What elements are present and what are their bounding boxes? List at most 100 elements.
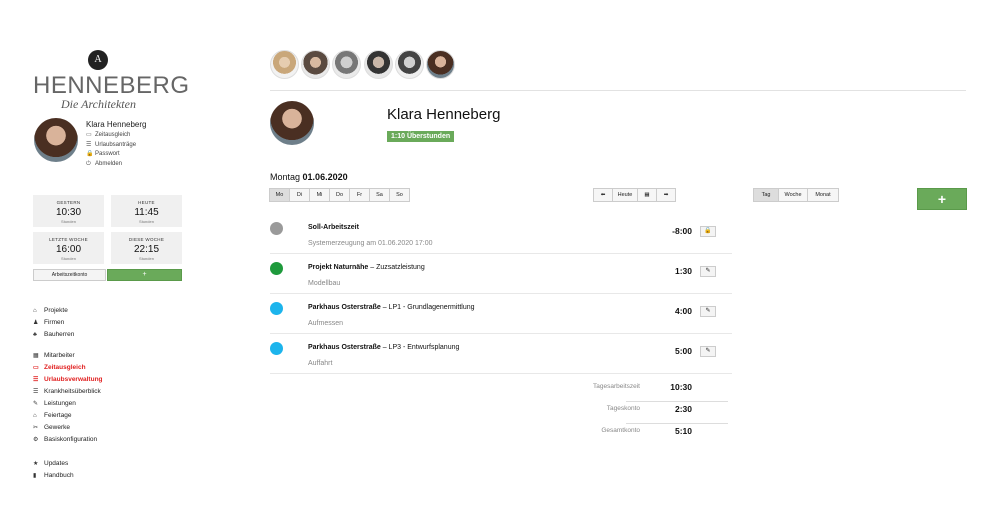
pencil-icon[interactable]: ✎ — [700, 306, 716, 317]
time-entry[interactable]: Parkhaus Osterstraße – LP3 - Entwurfspla… — [270, 334, 732, 374]
view-button-woche[interactable]: Woche — [778, 188, 808, 202]
total-label: Gesamtkonto — [601, 427, 640, 434]
total-row-overall-account: Gesamtkonto 5:10 — [530, 424, 730, 446]
sidebar-item-krankheitsüberblick[interactable]: ☰ Krankheitsüberblick — [33, 386, 103, 398]
sidebar-item-projekte[interactable]: ⌂ Projekte — [33, 305, 74, 317]
user-menu-item[interactable]: ▭ Zeitausgleich — [86, 131, 136, 141]
time-entries-list: Soll-Arbeitszeit Systemerzeugung am 01.06… — [270, 214, 732, 374]
day-button-mi[interactable]: Mi — [309, 188, 330, 202]
stat-yesterday: GESTERN 10:30 Stunden — [33, 195, 104, 227]
day-button-fr[interactable]: Fr — [349, 188, 370, 202]
next-arrow-icon[interactable]: ➡ — [656, 188, 676, 202]
stat-this-week: DIESE WOCHE 22:15 Stunden — [111, 232, 182, 264]
wrench-icon: ✎ — [33, 401, 39, 407]
day-button-mo[interactable]: Mo — [269, 188, 290, 202]
gear-icon: ⚙ — [33, 437, 39, 443]
staff-icon: ▦ — [33, 353, 39, 359]
stat-last-week: LETZTE WOCHE 16:00 Stunden — [33, 232, 104, 264]
sidebar-item-updates[interactable]: ★ Updates — [33, 458, 74, 470]
vacation-icon: ☰ — [33, 377, 39, 383]
sidebar-item-basiskonfiguration[interactable]: ⚙ Basiskonfiguration — [33, 434, 103, 446]
add-entry-button[interactable]: + — [917, 188, 967, 210]
overtime-badge: 1:10 Überstunden — [387, 131, 455, 142]
prev-arrow-icon[interactable]: ⬅ — [593, 188, 613, 202]
sidebar-item-label: Handbuch — [44, 472, 74, 479]
sidebar-item-bauherren[interactable]: ♣ Bauherren — [33, 329, 74, 341]
sidebar-item-mitarbeiter[interactable]: ▦ Mitarbeiter — [33, 350, 103, 362]
user-menu-item[interactable]: ☰ Urlaubsanträge — [86, 141, 136, 151]
user-menu-label: Passwort — [95, 151, 120, 157]
sidebar-item-handbuch[interactable]: ▮ Handbuch — [33, 470, 74, 482]
add-time-button[interactable]: + — [107, 269, 182, 281]
sidebar-item-label: Basiskonfiguration — [44, 436, 98, 443]
today-button[interactable]: Heute — [612, 188, 638, 202]
sidebar-item-gewerke[interactable]: ✂ Gewerke — [33, 422, 103, 434]
star-icon: ★ — [33, 461, 39, 467]
entry-description: Auffahrt — [308, 360, 333, 367]
calendar-icon[interactable]: ▦ — [637, 188, 657, 202]
power-icon: ⏻ — [86, 160, 91, 167]
sidebar-item-label: Updates — [44, 460, 69, 467]
team-avatar[interactable] — [395, 50, 424, 79]
pencil-icon[interactable]: ✎ — [700, 346, 716, 357]
entry-duration: 4:00 — [674, 306, 692, 316]
entry-description: Systemerzeugung am 01.06.2020 17:00 — [308, 240, 433, 247]
time-entry[interactable]: Parkhaus Osterstraße – LP1 - Grundlagene… — [270, 294, 732, 334]
entry-duration: 1:30 — [674, 266, 692, 276]
user-menu-item[interactable]: 🔒 Passwort — [86, 150, 136, 160]
date-navigation: ⬅ Heute ▦ ➡ — [593, 188, 676, 202]
sidebar-item-firmen[interactable]: ♟ Firmen — [33, 317, 74, 329]
sidebar-item-leistungen[interactable]: ✎ Leistungen — [33, 398, 103, 410]
team-avatar[interactable] — [332, 50, 361, 79]
team-avatar[interactable] — [364, 50, 393, 79]
stat-value: 11:45 — [134, 207, 159, 218]
pencil-icon[interactable]: ✎ — [700, 266, 716, 277]
total-value: 10:30 — [670, 382, 692, 392]
logo-mark-icon: A — [88, 50, 108, 70]
sidebar-item-zeitausgleich[interactable]: ▭ Zeitausgleich — [33, 362, 103, 374]
stat-unit: Stunden — [139, 256, 154, 261]
sidebar-item-label: Urlaubsverwaltung — [44, 376, 103, 383]
team-avatar[interactable] — [301, 50, 330, 79]
total-label: Tageskonto — [606, 405, 640, 412]
user-menu-label: Zeitausgleich — [95, 132, 131, 138]
user-name: Klara Henneberg — [86, 120, 147, 129]
user-menu-item[interactable]: ⏻ Abmelden — [86, 160, 136, 170]
date-value: 01.06.2020 — [302, 172, 348, 182]
entry-duration: -8:00 — [672, 226, 692, 236]
view-button-tag[interactable]: Tag — [753, 188, 779, 202]
nav-group-admin: ▦ Mitarbeiter ▭ Zeitausgleich ☰ Urlaubsverwal… — [33, 350, 103, 446]
status-dot-icon — [270, 302, 283, 315]
home-icon: ⌂ — [33, 308, 37, 314]
stat-label: DIESE WOCHE — [128, 237, 165, 242]
sidebar-item-feiertage[interactable]: ⌂ Feiertage — [33, 410, 103, 422]
day-button-do[interactable]: Do — [329, 188, 350, 202]
brand-name: HENNEBERG — [33, 72, 190, 99]
day-button-di[interactable]: Di — [289, 188, 310, 202]
book-icon: ▮ — [33, 473, 37, 479]
time-entry[interactable]: Soll-Arbeitszeit Systemerzeugung am 01.06… — [270, 214, 732, 254]
stat-unit: Stunden — [61, 256, 76, 261]
arbeitszeitkonto-button[interactable]: Arbeitszeitkonto — [33, 269, 106, 281]
day-button-so[interactable]: So — [389, 188, 410, 202]
day-button-sa[interactable]: Sa — [369, 188, 390, 202]
status-dot-icon — [270, 342, 283, 355]
time-entry[interactable]: Projekt Naturnähe – Zuzsatzleistung Model… — [270, 254, 732, 294]
lock-icon[interactable]: 🔒 — [700, 226, 716, 237]
sidebar-item-label: Zeitausgleich — [44, 364, 86, 371]
timer-icon: ▭ — [86, 132, 92, 138]
sidebar-item-label: Firmen — [44, 319, 65, 326]
view-button-monat[interactable]: Monat — [807, 188, 839, 202]
team-avatar[interactable] — [270, 50, 299, 79]
stat-value: 10:30 — [55, 207, 82, 218]
sidebar-item-label: Leistungen — [44, 400, 76, 407]
entry-title: Soll-Arbeitszeit — [308, 224, 359, 231]
user-menu-label: Urlaubsanträge — [95, 141, 137, 148]
team-avatar[interactable] — [426, 50, 455, 79]
nav-group-help: ★ Updates ▮ Handbuch — [33, 458, 74, 482]
entry-phase: – Zuzsatzleistung — [368, 264, 425, 271]
sidebar-item-urlaubsverwaltung[interactable]: ☰ Urlaubsverwaltung — [33, 374, 103, 386]
brand-subtitle: Die Architekten — [61, 97, 136, 111]
user-avatar[interactable] — [34, 118, 78, 162]
stat-value: 16:00 — [55, 244, 82, 255]
